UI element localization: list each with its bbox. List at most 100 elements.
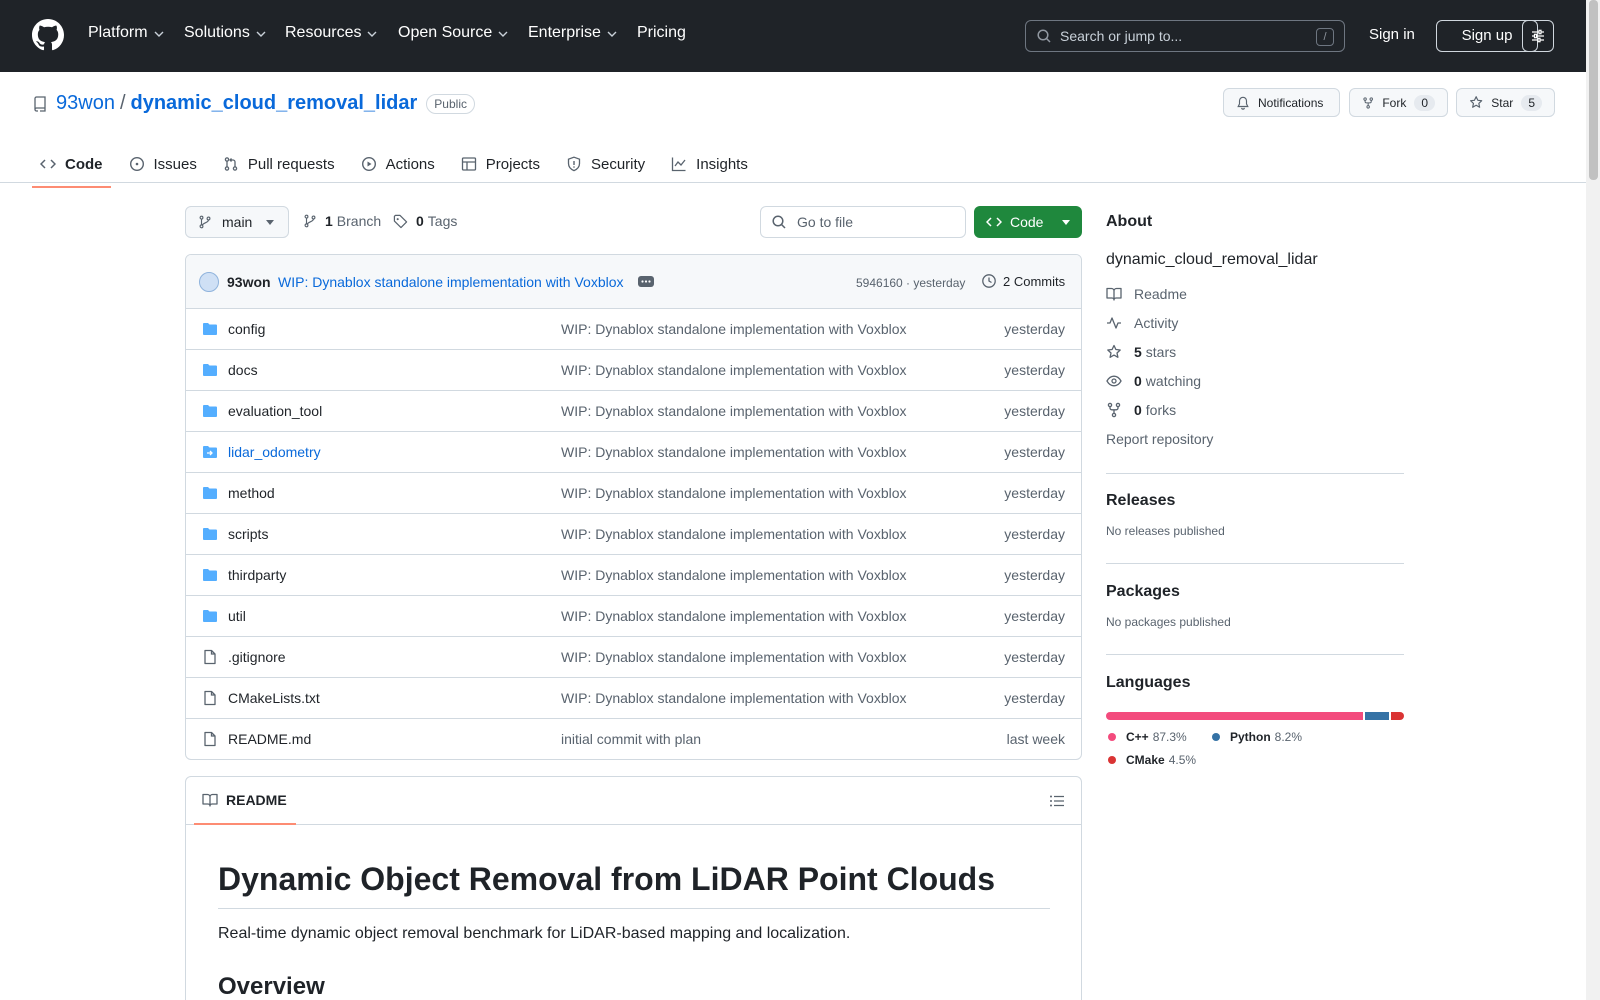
outline-button[interactable]	[1049, 793, 1065, 809]
readme-link[interactable]: Readme	[1106, 279, 1404, 308]
nav-open-source[interactable]: Open Source	[398, 24, 508, 42]
stars-link[interactable]: 5 stars	[1106, 337, 1404, 366]
forks-link[interactable]: 0 forks	[1106, 395, 1404, 424]
language-cpp[interactable]: C++ 87.3%	[1108, 730, 1187, 744]
file-type-icon	[202, 444, 218, 460]
file-commit-message-link[interactable]: WIP: Dynablox standalone implementation …	[561, 567, 907, 583]
nav-enterprise[interactable]: Enterprise	[528, 24, 617, 42]
file-commit-message-link[interactable]: WIP: Dynablox standalone implementation …	[561, 485, 907, 501]
packages-heading[interactable]: Packages	[1106, 583, 1404, 601]
tag-count-label: Tags	[427, 213, 458, 229]
file-commit-message-link[interactable]: WIP: Dynablox standalone implementation …	[561, 690, 907, 706]
watchers-link[interactable]: 0 watching	[1106, 366, 1404, 395]
nav-label: Resources	[285, 24, 362, 41]
file-commit-date: yesterday	[1004, 649, 1065, 665]
language-percent: 8.2%	[1274, 730, 1303, 744]
star-label: Star	[1491, 95, 1514, 110]
commit-count: 2 Commits	[1003, 273, 1066, 289]
report-repository-link[interactable]: Report repository	[1106, 424, 1404, 453]
avatar[interactable]	[199, 272, 219, 292]
code-icon	[40, 159, 56, 169]
nav-label: Open Source	[398, 24, 493, 41]
appearance-settings-button[interactable]	[1522, 20, 1554, 52]
nav-platform[interactable]: Platform	[88, 24, 164, 42]
branch-icon	[199, 215, 211, 229]
folder-icon	[203, 528, 217, 540]
file-row: lidar_odometry WIP: Dynablox standalone i…	[186, 432, 1081, 473]
github-logo-icon[interactable]	[32, 19, 64, 51]
branch-count: 1	[325, 213, 333, 229]
tab-security[interactable]: Security	[558, 146, 653, 182]
tab-label: Actions	[385, 155, 435, 173]
commit-sha-time[interactable]: 5946160 · yesterday	[856, 276, 965, 290]
notifications-button[interactable]: Notifications	[1223, 88, 1340, 117]
tag-icon	[393, 214, 408, 228]
nav-solutions[interactable]: Solutions	[184, 24, 266, 42]
fork-label: Fork	[1382, 95, 1407, 110]
tab-projects[interactable]: Projects	[453, 146, 548, 182]
commits-history-link[interactable]: 2 Commits	[981, 273, 1065, 289]
search-input[interactable]: Search or jump to... /	[1025, 20, 1345, 52]
activity-link[interactable]: Activity	[1106, 308, 1404, 337]
language-python[interactable]: Python 8.2%	[1212, 730, 1302, 744]
file-name-link[interactable]: docs	[228, 362, 258, 378]
file-commit-message-link[interactable]: initial commit with plan	[561, 731, 701, 747]
expand-message-button[interactable]	[638, 276, 654, 287]
commit-author-link[interactable]: 93won	[227, 274, 271, 290]
file-name-link[interactable]: evaluation_tool	[228, 403, 322, 419]
forks-count: 0	[1134, 401, 1142, 418]
file-commit-message-link[interactable]: WIP: Dynablox standalone implementation …	[561, 362, 907, 378]
file-commit-message-link[interactable]: WIP: Dynablox standalone implementation …	[561, 321, 907, 337]
star-button[interactable]: Star 5	[1456, 88, 1555, 117]
go-to-file-input[interactable]: Go to file	[760, 206, 966, 238]
triangle-down-icon	[1062, 220, 1070, 225]
file-name-link[interactable]: util	[228, 608, 246, 624]
language-cmake[interactable]: CMake 4.5%	[1108, 753, 1196, 767]
repo-title: 93won / dynamic_cloud_removal_lidar Publ…	[32, 92, 475, 115]
file-name-link[interactable]: README.md	[228, 731, 311, 747]
tab-code[interactable]: Code	[32, 146, 111, 188]
file-commit-date: yesterday	[1004, 321, 1065, 337]
repo-owner-link[interactable]: 93won	[56, 92, 115, 115]
tab-pull-requests[interactable]: Pull requests	[215, 146, 343, 182]
file-commit-message-link[interactable]: WIP: Dynablox standalone implementation …	[561, 526, 907, 542]
code-dropdown-button[interactable]: Code	[974, 206, 1082, 238]
file-name-link[interactable]: thirdparty	[228, 567, 286, 583]
tags-link[interactable]: 0 Tags	[393, 213, 457, 229]
nav-resources[interactable]: Resources	[285, 24, 377, 42]
sidebar-divider	[1106, 654, 1404, 655]
repo-name-link[interactable]: dynamic_cloud_removal_lidar	[131, 92, 418, 115]
file-row: evaluation_tool WIP: Dynablox standalone …	[186, 391, 1081, 432]
file-row: thirdparty WIP: Dynablox standalone imple…	[186, 555, 1081, 596]
file-name-link[interactable]: config	[228, 321, 265, 337]
file-commit-date: yesterday	[1004, 403, 1065, 419]
nav-pricing[interactable]: Pricing	[637, 24, 686, 42]
tab-issues[interactable]: Issues	[121, 146, 205, 182]
readme-tab-label: README	[226, 792, 287, 808]
branches-link[interactable]: 1 Branch	[303, 213, 381, 229]
packages-empty-text: No packages published	[1106, 615, 1231, 629]
file-name-link[interactable]: .gitignore	[228, 649, 286, 665]
file-commit-message-link[interactable]: WIP: Dynablox standalone implementation …	[561, 444, 907, 460]
fork-icon	[1363, 96, 1373, 109]
file-browser: 93won WIP: Dynablox standalone implement…	[185, 254, 1082, 760]
fork-button[interactable]: Fork 0	[1349, 88, 1448, 117]
sign-in-link[interactable]: Sign in	[1369, 26, 1415, 43]
file-commit-message-link[interactable]: WIP: Dynablox standalone implementation …	[561, 608, 907, 624]
file-name-link[interactable]: CMakeLists.txt	[228, 690, 320, 706]
file-name-link[interactable]: lidar_odometry	[228, 444, 321, 460]
file-name-link[interactable]: method	[228, 485, 275, 501]
file-commit-message-link[interactable]: WIP: Dynablox standalone implementation …	[561, 403, 907, 419]
scrollbar-thumb[interactable]	[1589, 0, 1598, 180]
sliders-icon	[1532, 29, 1544, 43]
fork-icon	[1107, 402, 1121, 417]
branch-selector[interactable]: main	[185, 206, 289, 238]
tab-insights[interactable]: Insights	[663, 146, 756, 182]
file-commit-message-link[interactable]: WIP: Dynablox standalone implementation …	[561, 649, 907, 665]
readme-tab[interactable]: README	[202, 792, 287, 808]
file-name-link[interactable]: scripts	[228, 526, 268, 542]
book-icon	[202, 793, 218, 807]
tab-actions[interactable]: Actions	[353, 146, 443, 182]
releases-heading[interactable]: Releases	[1106, 492, 1404, 510]
commit-message-link[interactable]: WIP: Dynablox standalone implementation …	[278, 274, 624, 290]
